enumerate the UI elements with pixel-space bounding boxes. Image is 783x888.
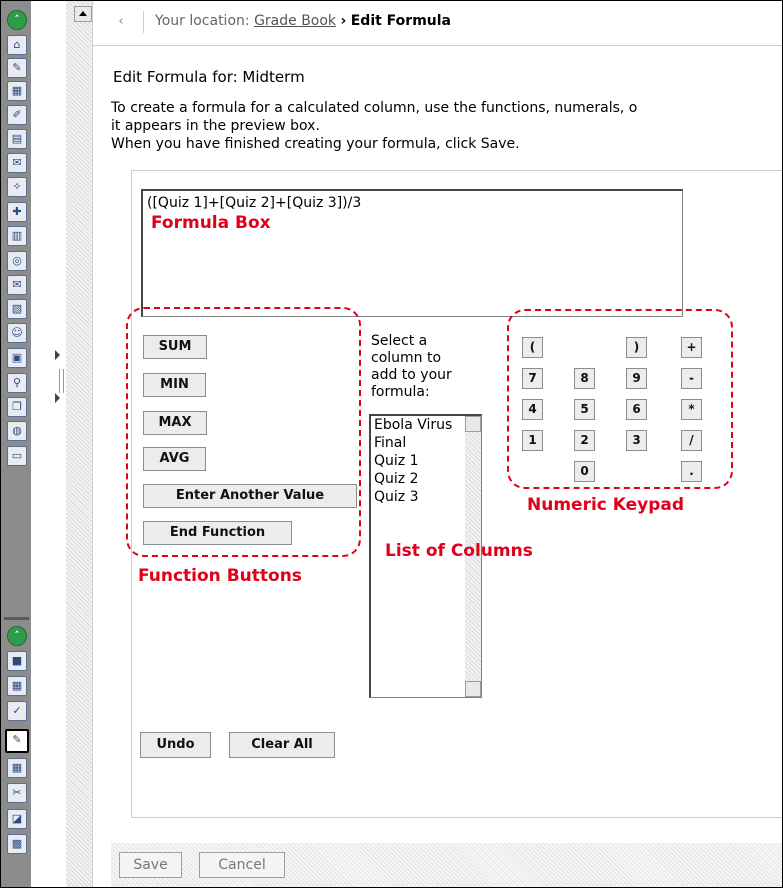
annotation-numeric-keypad: Numeric Keypad <box>527 495 685 515</box>
key-plus[interactable]: + <box>681 337 702 358</box>
instructions-line: it appears in the preview box. <box>111 118 320 134</box>
breadcrumb-prefix: Your location: <box>155 13 250 29</box>
strip-divider <box>4 617 29 620</box>
key-2[interactable]: 2 <box>574 430 595 451</box>
expand-arrow-icon[interactable] <box>55 350 60 360</box>
divider <box>93 45 782 46</box>
avg-button[interactable]: AVG <box>143 447 206 471</box>
vertical-scrollbar[interactable] <box>66 1 93 887</box>
gradebook-icon[interactable]: ✓ <box>7 701 27 721</box>
key-3[interactable]: 3 <box>626 430 647 451</box>
scroll-down-icon[interactable] <box>465 681 481 697</box>
key-open-paren[interactable]: ( <box>522 337 543 358</box>
documents-icon[interactable]: ▥ <box>7 226 27 246</box>
key-9[interactable]: 9 <box>626 368 647 389</box>
annotation-formula-box: Formula Box <box>151 213 271 233</box>
instructions-line: To create a formula for a calculated col… <box>111 100 638 116</box>
scroll-up-icon[interactable] <box>465 416 481 432</box>
annotation-function-buttons: Function Buttons <box>138 566 302 586</box>
target-icon[interactable]: ◎ <box>7 251 27 271</box>
key-7[interactable]: 7 <box>522 368 543 389</box>
min-button[interactable]: MIN <box>143 373 206 397</box>
mail-icon[interactable]: ✉ <box>7 275 27 295</box>
notes-icon[interactable]: ▧ <box>7 299 27 319</box>
resize-grip[interactable] <box>59 369 64 393</box>
breadcrumb-arrow: › <box>340 13 347 29</box>
scorm-icon[interactable]: ▣ <box>7 348 27 368</box>
main-content: ‹ Your location: Grade Book › Edit Formu… <box>93 1 782 887</box>
key-close-paren[interactable]: ) <box>626 337 647 358</box>
calendar-icon[interactable]: ▦ <box>7 81 27 101</box>
discussion-icon[interactable]: ✉ <box>7 153 27 173</box>
max-button[interactable]: MAX <box>143 411 207 435</box>
syllabus-icon[interactable]: ✎ <box>7 58 27 78</box>
instructions-line: When you have finished creating your for… <box>111 136 520 152</box>
tools-icon[interactable]: ✂ <box>7 783 27 803</box>
active-tool-icon[interactable]: ✎ <box>5 729 29 753</box>
breadcrumb-current: Edit Formula <box>350 13 452 29</box>
assignments-icon[interactable]: ✐ <box>7 105 27 125</box>
calendar-icon[interactable]: ▦ <box>7 676 27 696</box>
content-icon[interactable]: ▤ <box>7 129 27 149</box>
key-0[interactable]: 0 <box>574 461 595 482</box>
grid-icon[interactable]: ▦ <box>7 758 27 778</box>
people-icon[interactable]: ☺ <box>7 323 27 343</box>
tool-strip: ˄ ⌂ ✎ ▦ ✐ ▤ ✉ ✧ ✚ ▥ ◎ ✉ ▧ ☺ ▣ ⚲ ❐ ◍ ▭ ˄ … <box>1 1 31 887</box>
sum-button[interactable]: SUM <box>143 335 207 359</box>
media-icon[interactable]: ✚ <box>7 202 27 222</box>
breadcrumb-link-grade-book[interactable]: Grade Book <box>254 13 336 29</box>
key-6[interactable]: 6 <box>626 399 647 420</box>
key-dot[interactable]: . <box>681 461 702 482</box>
key-8[interactable]: 8 <box>574 368 595 389</box>
home-icon[interactable]: ⌂ <box>7 35 27 55</box>
clear-all-button[interactable]: Clear All <box>229 732 335 758</box>
save-button[interactable]: Save <box>119 852 182 878</box>
misc-icon[interactable]: ▩ <box>7 834 27 854</box>
box-icon[interactable]: ■ <box>7 651 27 671</box>
print-icon[interactable]: ▭ <box>7 446 27 466</box>
globe-icon[interactable]: ◍ <box>7 421 27 441</box>
divider <box>143 11 144 33</box>
footer-bar: Save Cancel <box>111 843 782 887</box>
key-4[interactable]: 4 <box>522 399 543 420</box>
page-title: Edit Formula for: Midterm <box>113 68 305 86</box>
breadcrumb: ‹ Your location: Grade Book › Edit Formu… <box>103 9 782 35</box>
cancel-button[interactable]: Cancel <box>199 852 285 878</box>
enter-another-value-button[interactable]: Enter Another Value <box>143 484 357 508</box>
instructions: To create a formula for a calculated col… <box>111 99 782 153</box>
undo-button[interactable]: Undo <box>140 732 211 758</box>
page-frame: ˄ ⌂ ✎ ▦ ✐ ▤ ✉ ✧ ✚ ▥ ◎ ✉ ▧ ☺ ▣ ⚲ ❐ ◍ ▭ ˄ … <box>0 0 783 888</box>
key-minus[interactable]: - <box>681 368 702 389</box>
column-prompt: Select a column to add to your formula: <box>371 333 452 400</box>
end-function-button[interactable]: End Function <box>143 521 292 545</box>
search-icon[interactable]: ⚲ <box>7 373 27 393</box>
back-chevron-icon[interactable]: ‹ <box>113 14 129 30</box>
expand-arrow-icon[interactable] <box>55 393 60 403</box>
collapse-up-icon[interactable]: ˄ <box>7 10 27 30</box>
formula-box[interactable]: ([Quiz 1]+[Quiz 2]+[Quiz 3])/3 <box>141 189 683 317</box>
scroll-up-icon[interactable] <box>74 6 92 22</box>
collapse-gutter <box>31 1 66 887</box>
key-1[interactable]: 1 <box>522 430 543 451</box>
pin-icon[interactable]: ✧ <box>7 177 27 197</box>
chart-icon[interactable]: ◪ <box>7 809 27 829</box>
copy-icon[interactable]: ❐ <box>7 397 27 417</box>
annotation-list-of-columns: List of Columns <box>385 541 533 561</box>
key-multiply[interactable]: * <box>681 399 702 420</box>
collapse-up-icon[interactable]: ˄ <box>7 626 27 646</box>
key-divide[interactable]: / <box>681 430 702 451</box>
key-5[interactable]: 5 <box>574 399 595 420</box>
